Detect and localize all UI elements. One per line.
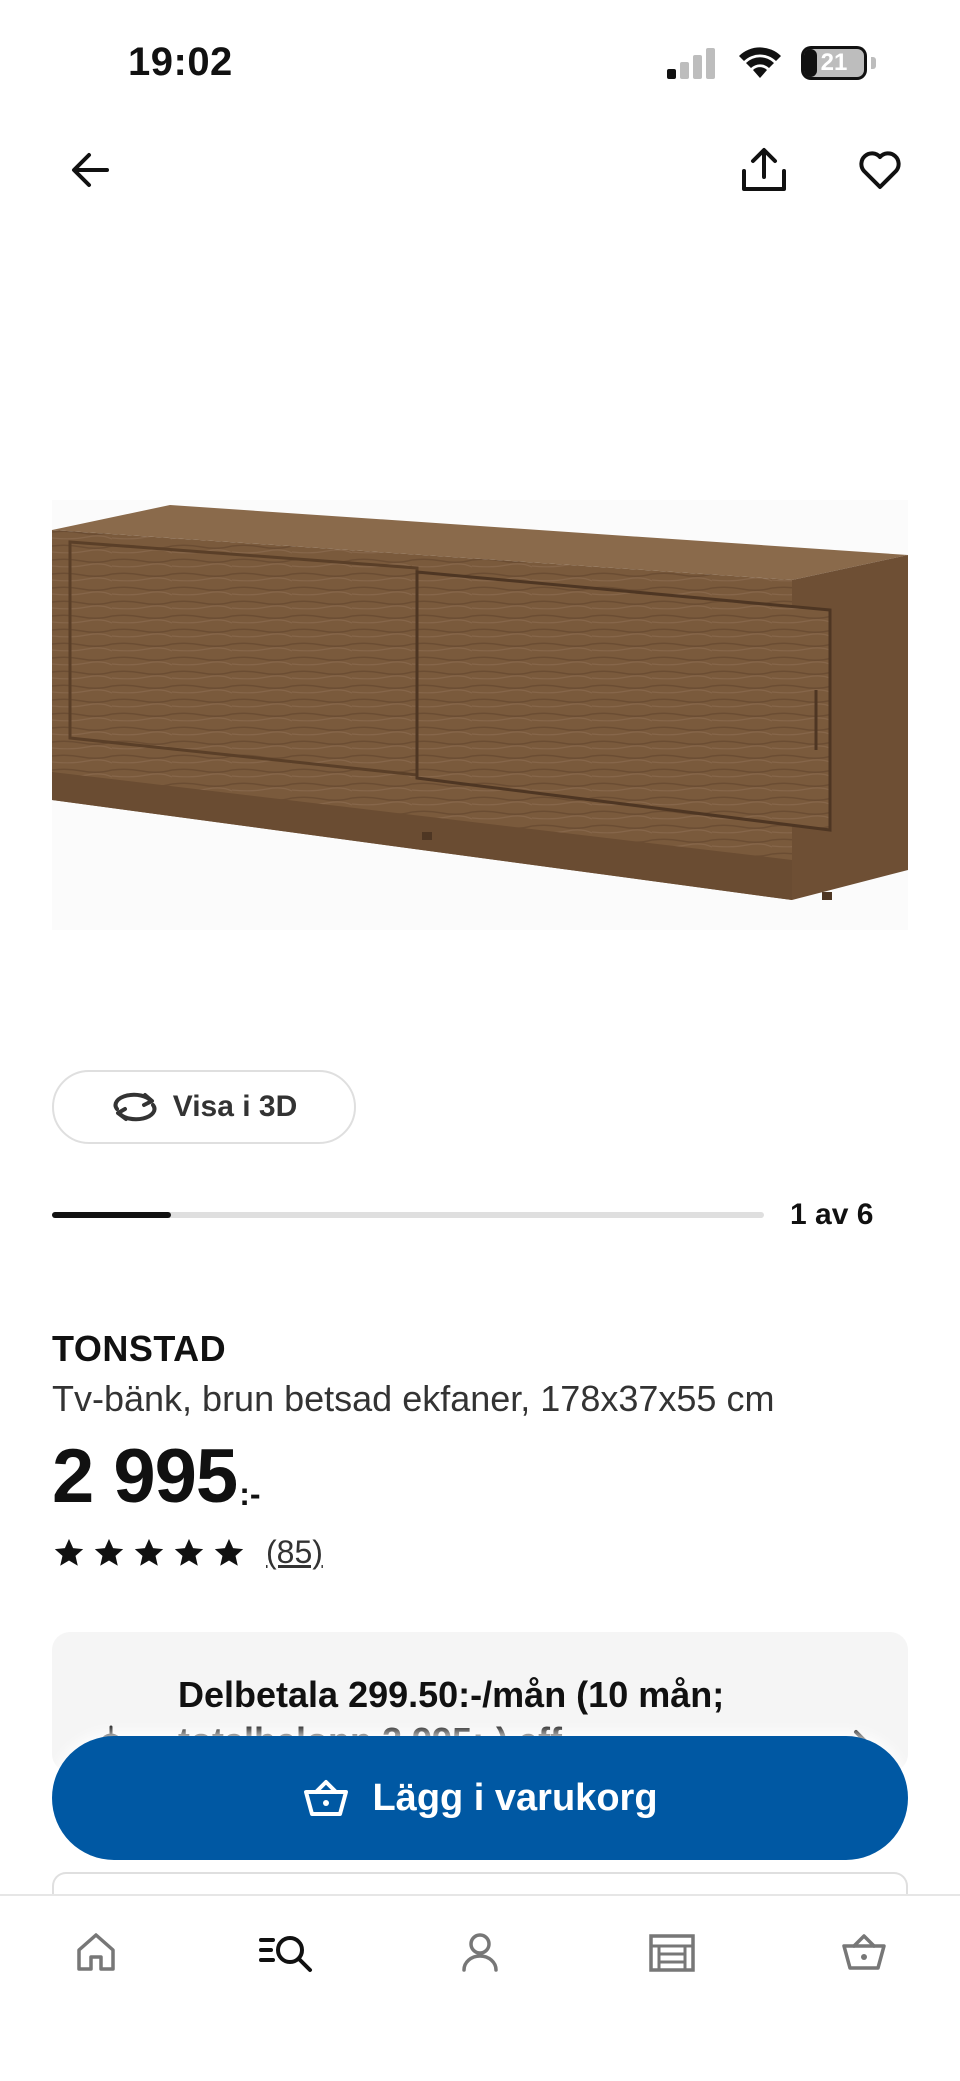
top-nav xyxy=(0,130,960,210)
home-icon xyxy=(77,1933,115,1971)
status-bar: 19:02 21 xyxy=(0,0,960,130)
signal-icon xyxy=(667,48,715,79)
view-3d-label: Visa i 3D xyxy=(172,1090,298,1123)
status-time: 19:02 xyxy=(128,40,233,84)
review-count-link[interactable]: (85) xyxy=(266,1534,323,1571)
battery-level: 21 xyxy=(820,49,848,76)
bottom-nav xyxy=(0,1894,960,2081)
wifi-icon xyxy=(739,47,781,78)
tab-stores[interactable] xyxy=(632,1922,712,1982)
price-suffix: :- xyxy=(239,1476,261,1512)
battery-icon: 21 xyxy=(801,46,867,80)
tab-cart[interactable] xyxy=(824,1922,904,1982)
price-amount: 2 995 xyxy=(52,1434,238,1519)
add-to-cart-button[interactable]: Lägg i varukorg xyxy=(52,1736,908,1860)
star-icon xyxy=(134,1538,164,1566)
profile-icon xyxy=(462,1933,498,1972)
product-description: Tv-bänk, brun betsad ekfaner, 178x37x55 … xyxy=(52,1378,775,1419)
rotate-3d-icon xyxy=(113,1092,157,1122)
product-price: 2 995 :- xyxy=(52,1432,261,1522)
heart-icon xyxy=(859,151,901,189)
back-arrow-icon xyxy=(72,153,109,187)
product-rating[interactable]: (85) xyxy=(52,1534,323,1571)
share-icon xyxy=(742,148,786,191)
star-icon xyxy=(214,1538,244,1566)
status-icons: 21 xyxy=(665,46,876,80)
gallery-counter: 1 av 6 xyxy=(790,1198,874,1231)
gallery-progress xyxy=(52,1212,764,1218)
star-icon xyxy=(94,1538,124,1566)
rating-stars xyxy=(52,1536,246,1570)
product-image[interactable] xyxy=(52,500,908,930)
search-icon xyxy=(259,1936,312,1972)
tab-home[interactable] xyxy=(56,1922,136,1982)
tab-search[interactable] xyxy=(246,1922,326,1982)
share-button[interactable] xyxy=(732,138,796,202)
tab-profile[interactable] xyxy=(440,1922,520,1982)
product-name: TONSTAD xyxy=(52,1328,227,1369)
battery-nub xyxy=(871,57,876,69)
tv-bench-illustration xyxy=(52,505,908,900)
star-icon xyxy=(54,1538,84,1566)
basket-icon xyxy=(304,1780,349,1816)
star-icon xyxy=(174,1538,204,1566)
back-button[interactable] xyxy=(58,138,122,202)
add-to-cart-label: Lägg i varukorg xyxy=(372,1776,658,1819)
view-3d-button[interactable]: Visa i 3D xyxy=(52,1070,356,1144)
gallery-progress-fill xyxy=(52,1212,171,1218)
favorite-button[interactable] xyxy=(848,138,912,202)
store-icon xyxy=(649,1934,695,1972)
cart-icon xyxy=(842,1934,886,1970)
